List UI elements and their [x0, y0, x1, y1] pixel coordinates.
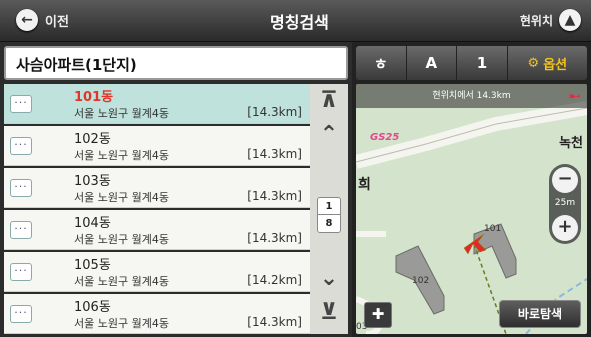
poi-nok-label: 녹천: [559, 136, 583, 151]
item-address: 서울 노원구 월계4동: [74, 107, 169, 120]
more-icon[interactable]: ···: [10, 137, 32, 155]
item-distance: [14.3km]: [247, 231, 302, 245]
distance-info-bar: 현위치에서 14.3km: [356, 84, 587, 108]
chevron-up-icon: ▲: [559, 9, 581, 31]
plus-icon: +: [557, 216, 573, 237]
zoom-scale: 25m: [554, 198, 576, 208]
navigate-now-button[interactable]: 바로탐색: [499, 300, 581, 328]
gear-icon: ⚙: [527, 55, 540, 71]
result-list: ··· 101동 서울 노원구 월계4동 [14.3km] ··· 102동 서…: [4, 84, 310, 334]
scroll-up-button[interactable]: ⌃: [310, 120, 348, 152]
back-button[interactable]: ← 이전: [8, 6, 88, 34]
item-address: 서울 노원구 월계4동: [74, 149, 169, 162]
item-name: 106동: [74, 300, 111, 315]
top-bar: ← 이전 명칭검색 현위치 ▲: [0, 0, 591, 42]
tab-number[interactable]: 1: [457, 46, 508, 80]
poi-gs25-label: GS25: [370, 132, 400, 143]
scroll-down-button[interactable]: ⌄: [310, 264, 348, 296]
list-item[interactable]: ··· 102동 서울 노원구 월계4동 [14.3km]: [4, 126, 310, 166]
list-item[interactable]: ··· 104동 서울 노원구 월계4동 [14.3km]: [4, 210, 310, 250]
building-102-label: 102: [412, 276, 430, 286]
map-move-button[interactable]: ✚: [364, 302, 392, 328]
back-label: 이전: [45, 14, 69, 30]
list-item[interactable]: ··· 101동 서울 노원구 월계4동 [14.3km]: [4, 84, 310, 124]
item-name: 104동: [74, 216, 111, 231]
scroll-first-page-button[interactable]: ⊼: [310, 86, 348, 118]
item-distance: [14.3km]: [247, 189, 302, 203]
tab-korean[interactable]: ㅎ: [356, 46, 407, 80]
search-input[interactable]: 사슴아파트(1단지): [4, 46, 348, 80]
current-location-label: 현위치: [519, 13, 553, 28]
current-page: 1: [318, 198, 340, 215]
page-title: 명칭검색: [270, 13, 329, 32]
poi-hee-label: 희: [358, 177, 371, 193]
tab-options[interactable]: ⚙ 옵션: [508, 46, 587, 80]
item-distance: [14.3km]: [247, 147, 302, 161]
zoom-control: − 25m +: [549, 164, 581, 244]
more-icon[interactable]: ···: [10, 221, 32, 239]
chevron-double-up-icon: ⊼: [320, 88, 338, 113]
more-icon[interactable]: ···: [10, 95, 32, 113]
map-panel: ㅎ A 1 ⚙ 옵션 현위치에서 14.3km ➸ GS25 녹천 희 101 …: [352, 42, 591, 337]
item-address: 서울 노원구 월계4동: [74, 191, 169, 204]
arrow-left-icon: ←: [16, 9, 38, 31]
item-distance: [14.2km]: [247, 273, 302, 287]
item-address: 서울 노원구 월계4동: [74, 233, 169, 246]
distance-info-text: 현위치에서 14.3km: [432, 91, 511, 101]
search-mode-tabs: ㅎ A 1 ⚙ 옵션: [356, 46, 587, 80]
zoom-out-button[interactable]: −: [552, 167, 578, 193]
item-name: 101동: [74, 90, 114, 105]
item-name: 103동: [74, 174, 111, 189]
current-location-button[interactable]: 현위치 ▲: [511, 6, 585, 34]
map-view[interactable]: 현위치에서 14.3km ➸ GS25 녹천 희 101 102 03 − 25…: [356, 84, 587, 334]
chevron-down-icon: ⌄: [319, 266, 339, 291]
compass-icon[interactable]: ➸: [568, 87, 581, 105]
crosshair-icon: ✚: [371, 305, 385, 323]
zoom-in-button[interactable]: +: [552, 215, 578, 241]
minus-icon: −: [557, 168, 573, 189]
more-icon[interactable]: ···: [10, 263, 32, 281]
more-icon[interactable]: ···: [10, 305, 32, 323]
tab-options-label: 옵션: [543, 57, 568, 73]
item-name: 105동: [74, 258, 111, 273]
chevron-double-down-icon: ⊻: [320, 300, 338, 325]
building-101-label: 101: [484, 224, 502, 234]
chevron-up-icon: ⌃: [319, 122, 339, 147]
total-pages: 8: [325, 218, 333, 229]
tab-alphabet[interactable]: A: [407, 46, 458, 80]
list-item[interactable]: ··· 103동 서울 노원구 월계4동 [14.3km]: [4, 168, 310, 208]
item-distance: [14.3km]: [247, 315, 302, 329]
result-panel: 사슴아파트(1단지) ··· 101동 서울 노원구 월계4동 [14.3km]…: [0, 42, 352, 337]
item-name: 102동: [74, 132, 111, 147]
list-item[interactable]: ··· 106동 서울 노원구 월계4동 [14.3km]: [4, 294, 310, 334]
scroll-last-page-button[interactable]: ⊻: [310, 298, 348, 330]
list-scrollbar: ⊼ ⌃ 1 8 ⌄ ⊻: [310, 84, 348, 334]
more-icon[interactable]: ···: [10, 179, 32, 197]
item-address: 서울 노원구 월계4동: [74, 275, 169, 288]
item-address: 서울 노원구 월계4동: [74, 317, 169, 330]
item-distance: [14.3km]: [247, 105, 302, 119]
page-indicator: 1 8: [317, 197, 341, 233]
list-item[interactable]: ··· 105동 서울 노원구 월계4동 [14.2km]: [4, 252, 310, 292]
